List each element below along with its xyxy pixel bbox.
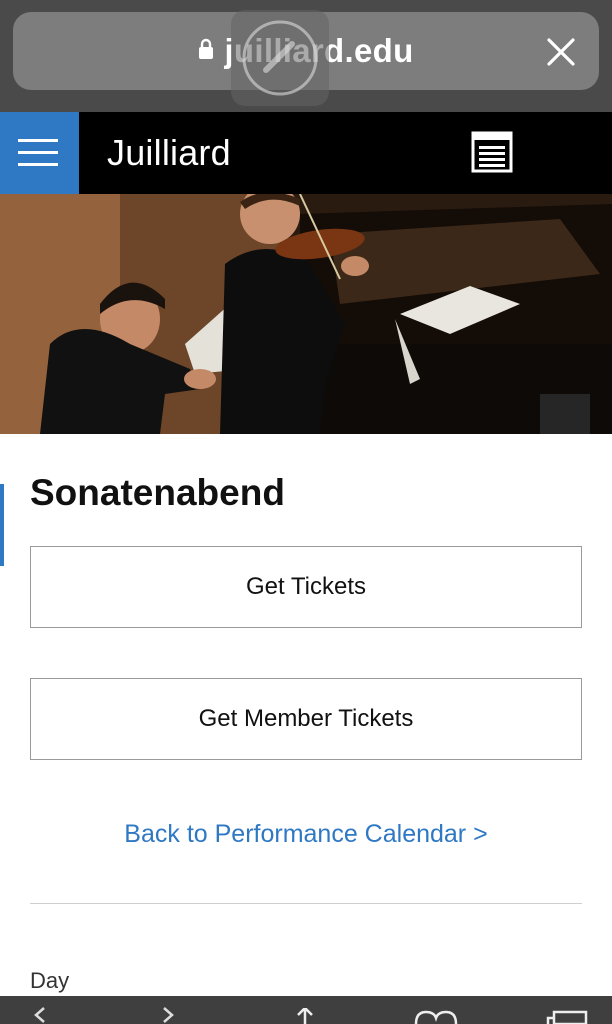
tabs-icon[interactable] [546, 1010, 588, 1024]
hamburger-menu-icon [18, 139, 58, 167]
lock-icon [199, 38, 214, 59]
hero-image [0, 194, 612, 434]
back-icon[interactable] [30, 1006, 50, 1024]
performers-photo [0, 194, 612, 434]
site-logo[interactable]: Juilliard [107, 132, 231, 174]
reload-icon [242, 20, 318, 96]
get-member-tickets-button[interactable]: Get Member Tickets [30, 678, 582, 760]
reload-button[interactable] [231, 10, 329, 106]
divider [30, 903, 582, 904]
close-icon[interactable] [545, 36, 577, 68]
event-title: Sonatenabend [30, 472, 285, 513]
back-to-calendar-link[interactable]: Back to Performance Calendar > [0, 820, 612, 849]
forward-icon[interactable] [158, 1006, 178, 1024]
menu-button[interactable] [0, 112, 79, 194]
share-icon[interactable] [290, 1008, 320, 1024]
get-tickets-button[interactable]: Get Tickets [30, 546, 582, 628]
day-label: Day [30, 968, 70, 993]
browser-chrome: juilliard.edu [0, 0, 612, 112]
accent-bar [0, 484, 4, 566]
browser-toolbar [0, 996, 612, 1024]
bookmarks-icon[interactable] [414, 1010, 458, 1024]
calendar-icon[interactable] [471, 131, 513, 173]
site-header: Juilliard [0, 112, 612, 194]
